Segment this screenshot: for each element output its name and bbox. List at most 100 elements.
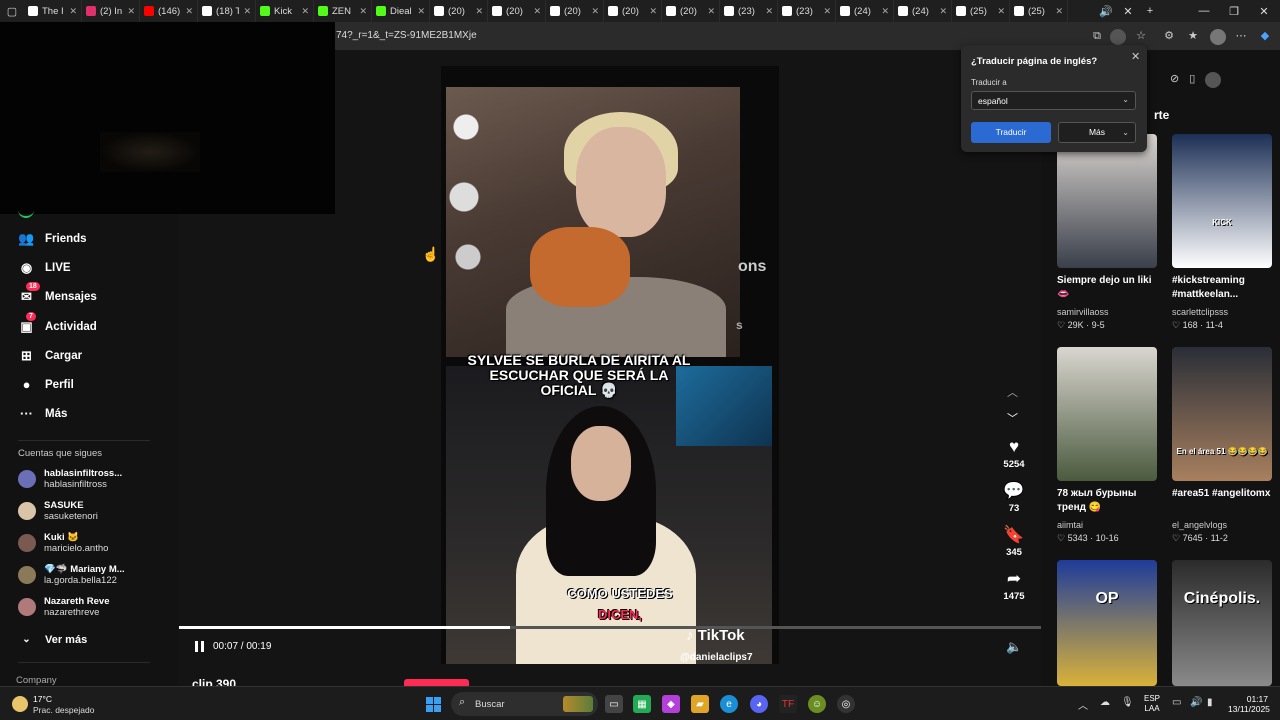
app-icon[interactable]: ☺ — [808, 695, 826, 713]
translate-icon[interactable] — [1110, 29, 1126, 45]
browser-tab[interactable]: (2) In ✕ — [82, 0, 140, 22]
followed-account[interactable]: hablasinfiltross... hablasinfiltross — [18, 468, 122, 490]
device-icon[interactable]: ▯ — [1189, 72, 1195, 88]
tab-close-icon[interactable]: ✕ — [1055, 6, 1063, 17]
bookmark-action[interactable]: 🔖 345 — [996, 526, 1032, 559]
language-select[interactable]: español ⌄ — [971, 91, 1136, 110]
network-icon[interactable]: ▭ — [1172, 697, 1181, 708]
browser-tab[interactable]: (24) ✕ — [836, 0, 894, 22]
discord-icon[interactable]: ◕ — [750, 695, 768, 713]
browser-tab[interactable]: ZEN ✕ — [314, 0, 372, 22]
browser-tab[interactable]: The I ✕ — [24, 0, 82, 22]
bookmark-icon[interactable]: 🔖 — [996, 526, 1032, 544]
video-card-user[interactable]: aiimtai — [1057, 520, 1083, 530]
taskbar-search[interactable]: ⌕ Buscar — [451, 692, 598, 716]
video-thumbnail[interactable] — [1057, 347, 1157, 481]
tab-close-icon[interactable]: ✕ — [823, 6, 831, 17]
sidebar-item-friends[interactable]: 👥 Friends — [18, 230, 86, 247]
browser-tab[interactable]: (20) ✕ — [604, 0, 662, 22]
browser-tab[interactable]: (146) ✕ — [140, 0, 198, 22]
sidebar-item-cargar[interactable]: ⊞ Cargar — [18, 347, 82, 364]
volume-tray-icon[interactable]: 🔊 — [1190, 697, 1202, 708]
video-thumbnail[interactable]: OP — [1057, 560, 1157, 686]
tab-close-icon[interactable]: ✕ — [417, 6, 425, 17]
comment-icon[interactable]: 💬 — [996, 482, 1032, 500]
tab-close-icon[interactable]: ✕ — [881, 6, 889, 17]
tray-chevron-up-icon[interactable]: ︿ — [1078, 697, 1088, 712]
user-avatar[interactable] — [1205, 72, 1222, 88]
video-card-user[interactable]: samirvillaoss — [1057, 307, 1109, 317]
explore-icon[interactable] — [18, 208, 34, 218]
microphone-icon[interactable]: 🎙 — [1121, 697, 1134, 708]
battery-icon[interactable]: ▮ — [1207, 697, 1213, 708]
browser-tab[interactable]: (18) T ✕ — [198, 0, 256, 22]
heart-action[interactable]: ♥ 5254 — [996, 438, 1032, 471]
tab-close-icon[interactable]: ✕ — [591, 6, 599, 17]
volume-icon[interactable]: 🔈 — [1006, 639, 1022, 655]
video-card-user[interactable]: el_angelvlogs — [1172, 520, 1227, 530]
company-link[interactable]: Company — [16, 675, 57, 686]
file-explorer-icon[interactable]: ▰ — [691, 695, 709, 713]
share-icon[interactable]: ➦ — [996, 570, 1032, 588]
browser-tab[interactable]: (25) ✕ — [1010, 0, 1068, 22]
menu-icon[interactable]: ⋯ — [1234, 29, 1248, 43]
tab-actions-icon[interactable]: ▢ — [0, 0, 24, 22]
app-tf-icon[interactable]: TF — [779, 695, 797, 713]
followed-account[interactable]: Kuki 🐱 maricielo.antho — [18, 532, 108, 554]
browser-tab[interactable]: Kick ✕ — [256, 0, 314, 22]
store-icon[interactable]: ▦ — [633, 695, 651, 713]
sidebar-item-ms[interactable]: ··· Más — [18, 405, 67, 422]
close-window-button[interactable]: ✕ — [1248, 0, 1280, 22]
tab-close-icon[interactable]: ✕ — [301, 6, 309, 17]
video-progress-bar[interactable] — [179, 626, 1041, 629]
tab-close-icon[interactable]: ✕ — [765, 6, 773, 17]
comment-action[interactable]: 💬 73 — [996, 482, 1032, 515]
translate-button[interactable]: Traducir — [971, 122, 1051, 143]
browser-tab[interactable]: (23) ✕ — [720, 0, 778, 22]
copilot-app-icon[interactable]: ◆ — [662, 695, 680, 713]
tab-close-icon[interactable]: ✕ — [127, 6, 135, 17]
browser-tab[interactable]: (25) ✕ — [952, 0, 1010, 22]
cloud-icon[interactable]: ☁ — [1100, 697, 1110, 708]
new-tab-button[interactable]: + — [1134, 0, 1166, 22]
tab-close-icon[interactable]: ✕ — [997, 6, 1005, 17]
video-card-title[interactable]: #kickstreaming #mattkeelan... — [1172, 274, 1276, 302]
browser-tab[interactable]: (20) ✕ — [662, 0, 720, 22]
browser-tab[interactable]: (23) ✕ — [778, 0, 836, 22]
tab-close-icon[interactable]: ✕ — [243, 6, 251, 17]
followed-account[interactable]: Nazareth Reve nazarethreve — [18, 596, 109, 618]
share-action[interactable]: ➦ 1475 — [996, 570, 1032, 603]
video-card-title[interactable]: #area51 #angelitomx — [1172, 487, 1276, 501]
browser-tab[interactable]: Dieal ✕ — [372, 0, 430, 22]
profile-avatar[interactable] — [1210, 29, 1226, 45]
weather-icon[interactable] — [12, 696, 28, 712]
tab-close-icon[interactable]: ✕ — [533, 6, 541, 17]
chevron-up-icon[interactable]: ︿ — [1007, 384, 1018, 400]
minimize-button[interactable]: — — [1188, 0, 1220, 22]
floating-video-window[interactable] — [0, 22, 335, 214]
sidebar-item-perfil[interactable]: ● Perfil — [18, 376, 74, 393]
video-thumbnail[interactable]: KICK — [1172, 134, 1272, 268]
tab-close-icon[interactable]: ✕ — [475, 6, 483, 17]
open-in-app-icon[interactable]: ⧉ — [1090, 29, 1104, 43]
close-icon[interactable]: ✕ — [1131, 50, 1140, 63]
video-card-title[interactable]: 78 жыл бурыны тренд 😋 — [1057, 487, 1161, 515]
see-more-button[interactable]: ⌄ Ver más — [18, 631, 87, 648]
video-thumbnail[interactable]: Cinépolis. — [1172, 560, 1272, 686]
tab-close-icon[interactable]: ✕ — [939, 6, 947, 17]
start-button[interactable] — [426, 697, 441, 712]
video-card-user[interactable]: scarlettclipsss — [1172, 307, 1228, 317]
video-thumbnail[interactable] — [1057, 134, 1157, 268]
tab-close-icon[interactable]: ✕ — [359, 6, 367, 17]
tab-close-icon[interactable]: ✕ — [707, 6, 715, 17]
tab-close-icon[interactable]: ✕ — [69, 6, 77, 17]
browser-tab[interactable]: (24) ✕ — [894, 0, 952, 22]
browser-tab[interactable]: (20) ✕ — [488, 0, 546, 22]
video-card-title[interactable]: Siempre dejo un liki 👄 — [1057, 274, 1161, 302]
video-thumbnail[interactable]: En el área 51 😂😂😂😂 — [1172, 347, 1272, 481]
obs-icon[interactable]: ◎ — [837, 695, 855, 713]
copilot-icon[interactable]: ◆ — [1258, 29, 1272, 43]
extensions-icon[interactable]: ⚙ — [1162, 29, 1176, 43]
system-clock[interactable]: 01:17 13/11/2025 — [1228, 694, 1270, 714]
compass-icon[interactable]: ⊘ — [1170, 72, 1179, 88]
